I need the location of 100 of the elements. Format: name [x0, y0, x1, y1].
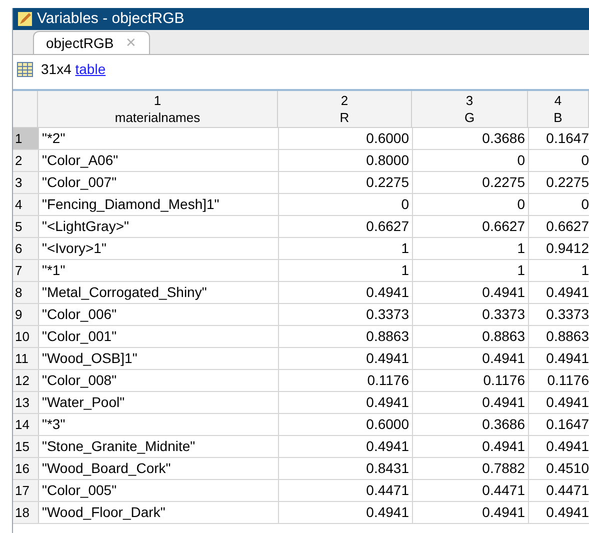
table-cell: 0.2275: [413, 172, 529, 193]
table-cell: 0.8000: [279, 150, 413, 171]
table-cell: 0.8863: [279, 326, 413, 347]
table-cell: 0.3686: [413, 128, 529, 149]
table-cell: 0.6627: [413, 216, 529, 237]
table-cell: "<Ivory>1": [39, 238, 279, 259]
table-cell: 0.4471: [279, 480, 413, 501]
table-cell: "Color_007": [39, 172, 279, 193]
row-number[interactable]: 14: [13, 414, 39, 435]
table-cell-text: 0.9412: [545, 239, 589, 258]
row-number[interactable]: 9: [13, 304, 39, 325]
table-cell: "Fencing_Diamond_Mesh]1": [39, 194, 279, 215]
row-number[interactable]: 10: [13, 326, 39, 347]
row-number[interactable]: 3: [13, 172, 39, 193]
table-cell: "*1": [39, 260, 279, 281]
table-cell: 0.6000: [279, 128, 413, 149]
table-cell: 0.8431: [279, 458, 413, 479]
table-cell: 1: [413, 260, 529, 281]
table-cell: "Color_006": [39, 304, 279, 325]
tab[interactable]: objectRGB ✕: [33, 31, 150, 54]
table-cell: 0.3373: [413, 304, 529, 325]
class-link[interactable]: table: [75, 60, 106, 76]
table-cell: 0.4471: [413, 480, 529, 501]
table-cell: "Wood_OSB]1": [39, 348, 279, 369]
table-cell: 0.4941: [413, 392, 529, 413]
table-cell-text: 0.4471: [545, 481, 589, 500]
table-cell-text: 0: [580, 195, 589, 214]
table-cell: 0: [279, 194, 413, 215]
table-cell: 0.8863: [413, 326, 529, 347]
row-number[interactable]: 7: [13, 260, 39, 281]
table-cell-text: 0.4941: [545, 349, 589, 368]
table-cell-text: 0.1647: [545, 129, 589, 148]
table-cell: 0.4941: [413, 502, 529, 523]
row-number[interactable]: 8: [13, 282, 39, 303]
table-cell-text: 0.1647: [545, 415, 589, 434]
table-cell-text: 0.4941: [545, 393, 589, 412]
table-cell-text: 0.8863: [545, 327, 589, 346]
row-number[interactable]: 18: [13, 502, 39, 523]
table-cell: 0.4941: [279, 392, 413, 413]
table-cell: "Stone_Granite_Midnite": [39, 436, 279, 457]
table-cell-text: 0.4510: [545, 459, 589, 478]
table-cell: "Wood_Board_Cork": [39, 458, 279, 479]
row-number[interactable]: 4: [13, 194, 39, 215]
table-cell-text: 0.3373: [545, 305, 589, 324]
table-cell-text: 1: [580, 261, 589, 280]
pencil-icon: [17, 11, 33, 27]
table-cell: 0.4941: [279, 282, 413, 303]
table-cell: "*2": [39, 128, 279, 149]
column-header[interactable]: 3 G: [412, 91, 528, 127]
table-cell: 0.3686: [413, 414, 529, 435]
column-header[interactable]: 1 materialnames: [38, 91, 278, 127]
table-cell-text: 0.6627: [545, 217, 589, 236]
table-cell: 0.3373: [279, 304, 413, 325]
row-number[interactable]: 16: [13, 458, 39, 479]
table-cell: "*3": [39, 414, 279, 435]
table-cell-text: 0.1176: [546, 371, 589, 390]
row-number[interactable]: 5: [13, 216, 39, 237]
table-cell: 0: [413, 150, 529, 171]
table-cell-text: 0.2275: [545, 173, 589, 192]
row-number[interactable]: 13: [13, 392, 39, 413]
table-cell-text: 0.4941: [545, 283, 589, 302]
table-cell-text: 0: [580, 151, 589, 170]
table-cell: 0.4941: [413, 436, 529, 457]
column-header[interactable]: 2 R: [278, 91, 412, 127]
table-cell: 0.6000: [279, 414, 413, 435]
row-number[interactable]: 1: [13, 128, 39, 149]
row-number[interactable]: 17: [13, 480, 39, 501]
table-cell: 0.4941: [413, 348, 529, 369]
table-cell-text: 0.4941: [545, 503, 589, 522]
table-cell: "Metal_Corrogated_Shiny": [39, 282, 279, 303]
table-cell: 0.4941: [279, 502, 413, 523]
row-number[interactable]: 12: [13, 370, 39, 391]
row-number[interactable]: 6: [13, 238, 39, 259]
table-cell-text: 0.4941: [545, 437, 589, 456]
table-cell: 0.6627: [279, 216, 413, 237]
table-cell: 0: [413, 194, 529, 215]
table-cell: 0.7882: [413, 458, 529, 479]
table-cell: 1: [413, 238, 529, 259]
table-cell: 0.4941: [279, 436, 413, 457]
table-cell: "Color_008": [39, 370, 279, 391]
row-number[interactable]: 2: [13, 150, 39, 171]
table-cell: 0.4941: [279, 348, 413, 369]
table-cell: "Color_001": [39, 326, 279, 347]
table-icon: [17, 62, 33, 76]
table-cell: "Water_Pool": [39, 392, 279, 413]
table-cell: 0.1176: [279, 370, 413, 391]
table-cell: "Color_A06": [39, 150, 279, 171]
table-cell: 0.1176: [413, 370, 529, 391]
window-title: Variables - objectRGB: [37, 8, 184, 29]
row-number[interactable]: 11: [13, 348, 39, 369]
table-cell: 0.2275: [279, 172, 413, 193]
table-cell: "Color_005": [39, 480, 279, 501]
table-cell: 1: [279, 238, 413, 259]
table-cell: "Wood_Floor_Dark": [39, 502, 279, 523]
row-number[interactable]: 15: [13, 436, 39, 457]
table-cell: 0.4941: [413, 282, 529, 303]
column-header[interactable]: 4 B: [528, 91, 589, 127]
table-cell: "<LightGray>": [39, 216, 279, 237]
size-label: 31x4: [41, 60, 72, 76]
table-cell: 1: [279, 260, 413, 281]
